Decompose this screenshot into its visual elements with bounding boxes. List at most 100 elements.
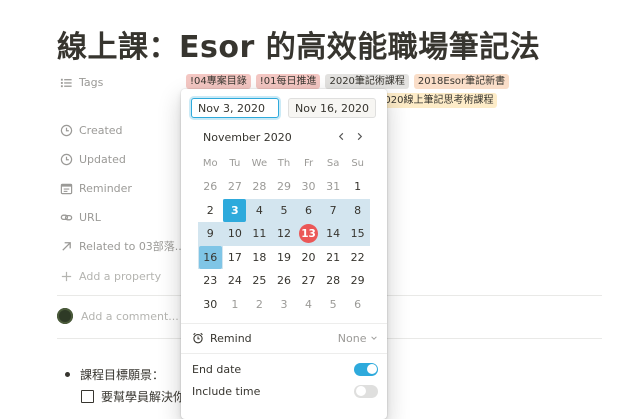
calendar-day[interactable]: 4 [296, 293, 321, 317]
calendar-day[interactable]: 17 [223, 246, 248, 270]
calendar-day[interactable]: 19 [272, 246, 297, 270]
add-property-button[interactable]: Add a property [59, 266, 161, 286]
property-tags[interactable]: Tags [59, 72, 103, 92]
calendar-day[interactable]: 27 [296, 269, 321, 293]
weekday-label: Th [277, 157, 291, 169]
clock-icon [59, 152, 73, 166]
calendar-day[interactable]: 1 [345, 175, 370, 199]
property-related[interactable]: Related to 03部落... [59, 236, 185, 256]
start-date-input[interactable]: Nov 3, 2020 [191, 98, 279, 118]
calendar-day[interactable]: 25 [247, 269, 272, 293]
calendar-day[interactable]: 6 [345, 293, 370, 317]
weekday-label: Fr [303, 157, 314, 169]
todo-item[interactable]: 要幫學員解決你 [81, 388, 185, 405]
calendar-day[interactable]: 3 [272, 293, 297, 317]
weekday-header: Mo Tu We Th Fr Sa Su [198, 151, 370, 175]
calendar-week: 26 27 28 29 30 31 1 [198, 175, 370, 199]
calendar-day[interactable]: 28 [247, 175, 272, 199]
arrow-up-right-icon [59, 239, 73, 253]
calendar-day[interactable]: 26 [272, 269, 297, 293]
tag-chip[interactable]: !04專案目錄 [186, 74, 251, 89]
calendar-day[interactable]: 9 [198, 222, 223, 246]
calendar-day[interactable]: 18 [247, 246, 272, 270]
tag-chip[interactable]: 2020筆記術課程 [325, 74, 409, 89]
comment-input[interactable]: Add a comment... [57, 308, 179, 324]
chevron-right-icon[interactable] [352, 129, 366, 143]
calendar-day[interactable]: 20 [296, 246, 321, 270]
end-date-label: End date [192, 362, 242, 376]
property-url-label: URL [79, 210, 101, 224]
calendar-week: 16 17 18 19 20 21 22 [198, 245, 370, 270]
tag-chip[interactable]: 2018Esor筆記新書 [413, 74, 510, 89]
link-icon [59, 210, 73, 224]
calendar-day[interactable]: 30 [296, 175, 321, 199]
calendar-day[interactable]: 29 [272, 175, 297, 199]
calendar-grid: Mo Tu We Th Fr Sa Su 26 27 28 29 30 31 1 2 3 4 5 6 7 8 9 10 11… [198, 151, 370, 316]
calendar-day[interactable]: 2 [198, 199, 223, 223]
calendar-day[interactable]: 21 [321, 246, 346, 270]
calendar-week: 30 1 2 3 4 5 6 [198, 293, 370, 317]
calendar-day[interactable]: 12 [272, 222, 297, 246]
property-url[interactable]: URL [59, 207, 101, 227]
chevron-left-icon[interactable] [334, 129, 348, 143]
include-time-toggle[interactable] [354, 384, 378, 398]
calendar-day[interactable]: 22 [345, 246, 370, 270]
calendar-day[interactable]: 15 [345, 222, 370, 246]
avatar [57, 308, 73, 324]
calendar-weeks: 26 27 28 29 30 31 1 2 3 4 5 6 7 8 9 10 11 12 13 14 15 16 17 18 1… [198, 175, 370, 316]
calendar-day[interactable]: 1 [223, 293, 248, 317]
calendar-week: 2345678 [198, 198, 370, 223]
calendar-day[interactable]: 6 [296, 199, 321, 223]
comment-placeholder: Add a comment... [81, 309, 179, 323]
weekday-label: Su [351, 157, 364, 169]
remind-option[interactable]: Remind None [192, 329, 378, 347]
divider [181, 353, 387, 354]
property-reminder-label: Reminder [79, 181, 132, 195]
chevron-down-icon [371, 335, 377, 340]
weekday-label: Sa [326, 157, 340, 169]
calendar-day[interactable]: 23 [198, 269, 223, 293]
date-picker-popup: Nov 3, 2020 Nov 16, 2020 November 2020 M… [181, 89, 387, 419]
bullet-text: 課程目標願景： [80, 368, 165, 382]
calendar-day[interactable]: 29 [345, 269, 370, 293]
calendar-day[interactable]: 2 [247, 293, 272, 317]
tag-chip[interactable]: !01每日推進 [255, 74, 321, 89]
todo-text: 要幫學員解決你 [101, 390, 186, 404]
calendar-day[interactable]: 7 [321, 199, 346, 223]
calendar-day[interactable]: 26 [198, 175, 223, 199]
calendar-day[interactable]: 31 [321, 175, 346, 199]
property-reminder[interactable]: Reminder [59, 178, 132, 198]
remind-value[interactable]: None [338, 332, 378, 345]
end-date-input[interactable]: Nov 16, 2020 [288, 98, 376, 118]
bullet-dot [65, 372, 70, 377]
bullet-item[interactable]: 課程目標願景： [65, 366, 164, 383]
calendar-day[interactable]: 27 [223, 175, 248, 199]
calendar-day[interactable]: 8 [345, 199, 370, 223]
property-created[interactable]: Created [59, 120, 123, 140]
calendar-day[interactable]: 14 [321, 222, 346, 246]
calendar-day[interactable]: 24 [223, 269, 248, 293]
calendar-icon [59, 181, 73, 195]
calendar-day[interactable]: 10 [223, 222, 248, 246]
end-date-toggle[interactable] [354, 362, 378, 376]
clock-icon [59, 123, 73, 137]
list-icon [59, 75, 73, 89]
calendar-day[interactable]: 5 [321, 293, 346, 317]
end-date-option[interactable]: End date [192, 360, 378, 378]
page-title: 線上課：Esor 的高效能職場筆記法 [57, 30, 541, 65]
calendar-week: 9 10 11 12 13 14 15 [198, 222, 370, 246]
calendar-day[interactable]: 5 [272, 199, 297, 223]
calendar-day[interactable]: 13 [296, 222, 321, 246]
calendar-day[interactable]: 4 [247, 199, 272, 223]
calendar-day[interactable]: 3 [223, 198, 248, 223]
calendar-day[interactable]: 11 [247, 222, 272, 246]
todo-checkbox[interactable] [81, 390, 94, 403]
tag-chip[interactable]: 2020線上筆記思考術課程 [374, 93, 498, 108]
property-updated[interactable]: Updated [59, 149, 126, 169]
calendar-day[interactable]: 30 [198, 293, 223, 317]
property-created-label: Created [79, 123, 123, 137]
calendar-day[interactable]: 16 [198, 245, 223, 270]
include-time-option[interactable]: Include time [192, 382, 378, 400]
calendar-day[interactable]: 28 [321, 269, 346, 293]
property-updated-label: Updated [79, 152, 126, 166]
